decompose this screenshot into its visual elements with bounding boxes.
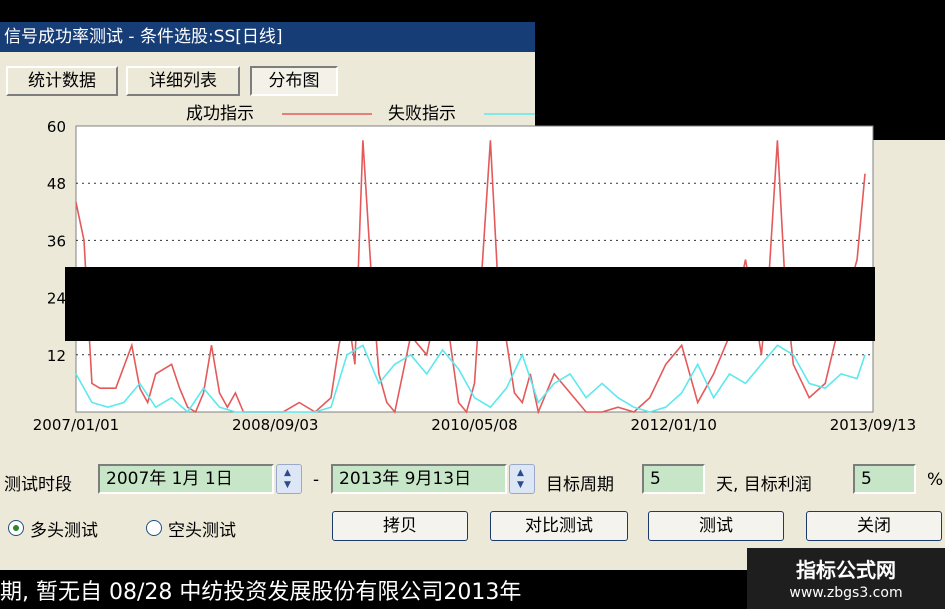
target-period-input[interactable]: 5 [642,464,705,494]
x-tick-label: 2013/09/13 [830,416,916,434]
y-tick-label: 24 [47,290,66,308]
target-profit-input[interactable]: 5 [853,464,916,494]
close-button[interactable]: 关闭 [806,511,942,541]
legend-label: 失败指示 [388,104,456,124]
copy-button[interactable]: 拷贝 [332,511,468,541]
y-tick-label: 12 [47,347,66,365]
site-watermark: 指标公式网 www.zbgs3.com [747,548,945,609]
target-period-label: 目标周期 [546,475,614,495]
target-profit-label: 天, 目标利润 [716,475,812,495]
redacted-chart-band [65,267,875,341]
radio-long-test[interactable] [8,520,24,536]
x-tick-label: 2010/05/08 [431,416,517,434]
end-date-picker[interactable]: 2013年 9月13日 [331,464,507,494]
x-tick-label: 2008/09/03 [232,416,318,434]
period-label: 测试时段 [4,475,72,495]
legend: 成功指示 失败指示 [186,104,535,124]
y-tick-label: 36 [47,232,66,250]
spin-down-icon: ▼ [517,480,524,490]
watermark-url: www.zbgs3.com [789,585,903,601]
background-news-text: 期, 暂无自 08/28 中纺投资发展股份有限公司2013年 [0,580,522,605]
y-tick-label: 60 [47,118,66,136]
x-tick-label: 2012/01/10 [631,416,717,434]
legend-label: 成功指示 [186,104,254,124]
compare-test-button[interactable]: 对比测试 [490,511,628,541]
date-range-dash: - [313,470,320,490]
end-date-spinner[interactable]: ▲ ▼ [509,464,535,494]
radio-short-test[interactable] [146,520,162,536]
spin-up-icon: ▲ [517,468,524,478]
spin-up-icon: ▲ [284,468,291,478]
start-date-picker[interactable]: 2007年 1月 1日 [98,464,274,494]
y-axis-ticks: 60 48 36 24 12 [47,118,66,365]
x-tick-label: 2007/01/01 [33,416,119,434]
percent-sign: % [927,470,944,490]
radio-short-label[interactable]: 空头测试 [168,516,236,541]
radio-long-label[interactable]: 多头测试 [30,516,98,541]
y-tick-label: 48 [47,175,66,193]
spin-down-icon: ▼ [284,480,291,490]
start-date-spinner[interactable]: ▲ ▼ [276,464,302,494]
watermark-title: 指标公式网 [796,558,896,582]
x-axis-ticks: 2007/01/01 2008/09/03 2010/05/08 2012/01/10… [33,416,916,434]
test-button[interactable]: 测试 [648,511,784,541]
